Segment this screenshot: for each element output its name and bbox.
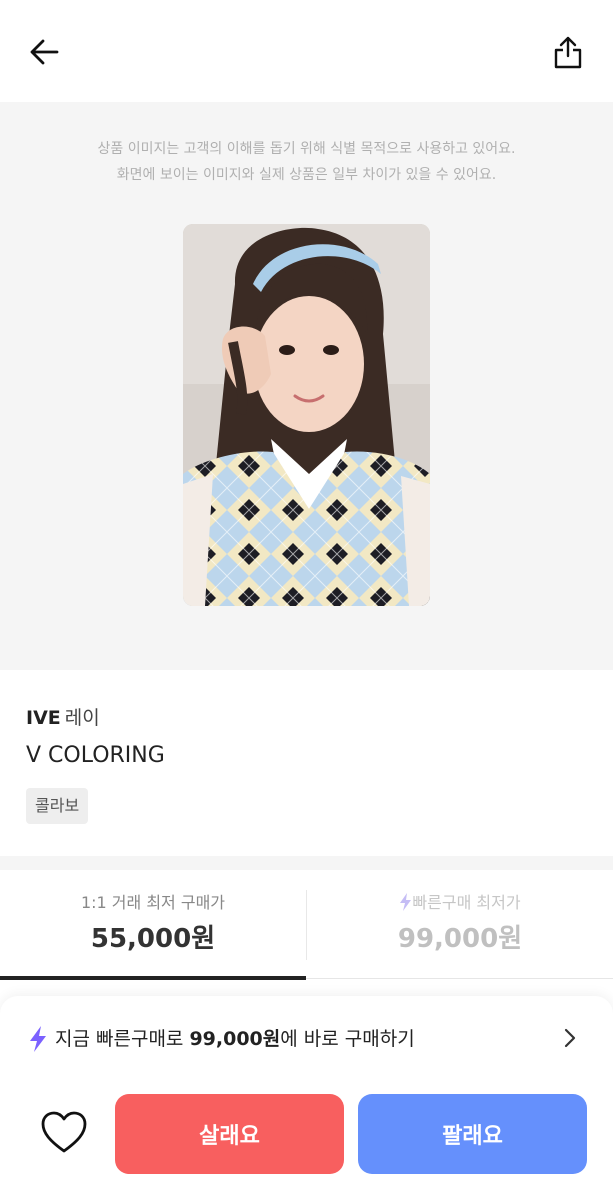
price-tabs: 1:1 거래 최저 구매가 55,000원 빠른구매 최저가 99,000원 <box>0 870 613 980</box>
quick-buy-prefix: 지금 빠른구매로 <box>55 1028 190 1050</box>
section-divider <box>0 856 613 870</box>
image-notice-line-1: 상품 이미지는 고객의 이해를 돕기 위해 식별 목적으로 사용하고 있어요. <box>97 141 516 157</box>
back-button[interactable] <box>22 32 66 72</box>
image-notice: 상품 이미지는 고객의 이해를 돕기 위해 식별 목적으로 사용하고 있어요. … <box>0 136 613 188</box>
quick-buy-banner[interactable]: 지금 빠른구매로 99,000원에 바로 구매하기 <box>0 996 613 1080</box>
artist-line: IVE 레이 <box>26 706 100 730</box>
category-tag: 콜라보 <box>26 788 89 824</box>
share-icon <box>554 36 582 69</box>
image-notice-line-2: 화면에 보이는 이미지와 실제 상품은 일부 차이가 있을 수 있어요. <box>116 167 497 183</box>
tab-one-on-one-price[interactable]: 1:1 거래 최저 구매가 55,000원 <box>0 870 306 980</box>
sell-button[interactable]: 팔래요 <box>358 1094 587 1174</box>
tab-price: 55,000원 <box>90 924 216 954</box>
tab-price: 99,000원 <box>397 924 523 954</box>
product-image-section: 상품 이미지는 고객의 이해를 돕기 위해 식별 목적으로 사용하고 있어요. … <box>0 102 613 670</box>
quick-buy-price: 99,000원 <box>189 1028 281 1050</box>
tab-baseline <box>306 978 613 979</box>
active-tab-indicator <box>0 976 306 980</box>
top-bar <box>0 0 613 102</box>
photocard-image <box>183 224 430 606</box>
tab-label: 빠른구매 최저가 <box>412 893 521 912</box>
bottom-action-sheet: 지금 빠른구매로 99,000원에 바로 구매하기 살래요 팔래요 <box>0 996 613 1200</box>
quick-buy-text: 지금 빠른구매로 99,000원에 바로 구매하기 <box>55 1026 415 1052</box>
product-info: IVE 레이 V COLORING 콜라보 <box>0 670 613 856</box>
tab-label-row: 빠른구매 최저가 <box>307 892 613 914</box>
lightning-icon <box>30 1026 46 1052</box>
tab-label: 1:1 거래 최저 구매가 <box>80 893 226 912</box>
lightning-icon <box>400 893 412 911</box>
like-button[interactable] <box>36 1106 92 1158</box>
share-button[interactable] <box>546 30 590 74</box>
member-name: 레이 <box>64 707 100 729</box>
quick-buy-suffix: 에 바로 구매하기 <box>280 1028 415 1050</box>
product-name: V COLORING <box>26 743 165 768</box>
arrow-left-icon <box>30 39 59 65</box>
buy-button[interactable]: 살래요 <box>115 1094 344 1174</box>
chevron-right-icon <box>564 1028 576 1048</box>
tab-quick-buy-price[interactable]: 빠른구매 최저가 99,000원 <box>307 870 613 980</box>
heart-icon <box>41 1111 87 1153</box>
artist-name: IVE <box>26 707 61 729</box>
product-photo[interactable] <box>183 224 430 606</box>
